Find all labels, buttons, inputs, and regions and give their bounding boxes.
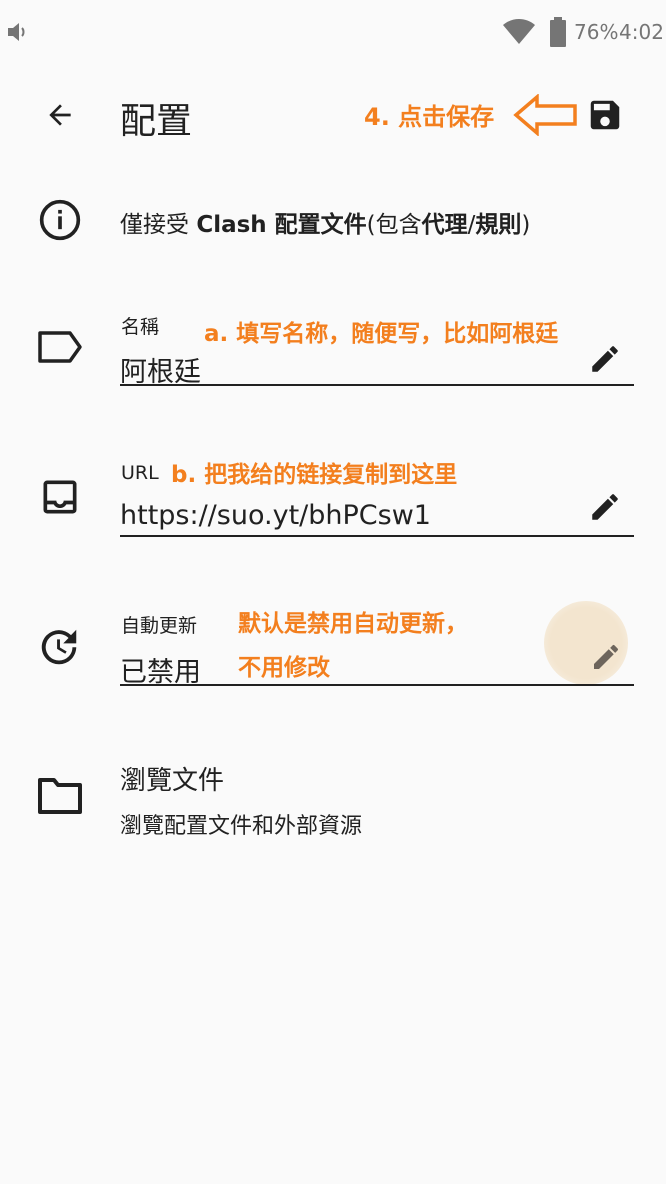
label-tag-icon [36, 327, 84, 367]
notice-text: 僅接受 [120, 212, 197, 238]
notice-text: (包含 [366, 212, 422, 238]
annotation-name-hint: a. 填写名称，随便写，比如阿根廷 [204, 321, 559, 347]
info-icon [38, 198, 82, 242]
wifi-icon [502, 18, 536, 46]
update-clock-icon [36, 624, 82, 670]
save-icon[interactable] [586, 96, 624, 134]
clash-notice: 僅接受 Clash 配置文件(包含代理/規則) [120, 205, 530, 239]
battery-percent: 76% [574, 20, 619, 44]
edit-pencil-icon[interactable] [588, 490, 622, 524]
notice-text: ) [521, 212, 531, 238]
url-field-value[interactable]: https://suo.yt/bhPCsw1 [120, 500, 431, 531]
notice-bold-proxy: 代理 [421, 212, 468, 238]
annotation-url-hint: b. 把我给的链接复制到这里 [171, 462, 458, 488]
annotation-save-hint: 4. 点击保存 [364, 103, 495, 131]
clock: 4:02 [619, 20, 664, 44]
volume-icon [6, 20, 30, 44]
arrow-left-annotation-icon [513, 94, 579, 136]
page-title: 配置 [120, 101, 193, 142]
annotation-update-hint-1: 默认是禁用自动更新， [238, 611, 468, 637]
back-arrow-icon[interactable] [44, 99, 76, 131]
url-field-underline [120, 535, 634, 537]
edit-pencil-icon[interactable] [590, 641, 622, 673]
browse-files-subtitle: 瀏覽配置文件和外部資源 [120, 814, 363, 839]
browse-files-title: 瀏覽文件 [120, 766, 225, 796]
name-field-label: 名稱 [121, 316, 160, 338]
name-field-underline [120, 384, 634, 386]
url-field-label: URL [121, 462, 159, 484]
notice-bold-rules: 規則 [475, 212, 522, 238]
battery-icon [549, 17, 567, 47]
auto-update-field-label: 自動更新 [121, 615, 198, 637]
status-bar: 76% 4:02 [0, 0, 666, 64]
browse-files-row[interactable]: 瀏覽文件 瀏覽配置文件和外部資源 [0, 740, 666, 850]
auto-update-field-underline [120, 684, 634, 686]
folder-icon [36, 774, 84, 818]
annotation-update-hint-2: 不用修改 [238, 655, 330, 681]
notice-bold-clash: Clash 配置文件 [196, 212, 367, 238]
edit-pencil-icon[interactable] [588, 342, 622, 376]
inbox-icon [38, 475, 82, 519]
